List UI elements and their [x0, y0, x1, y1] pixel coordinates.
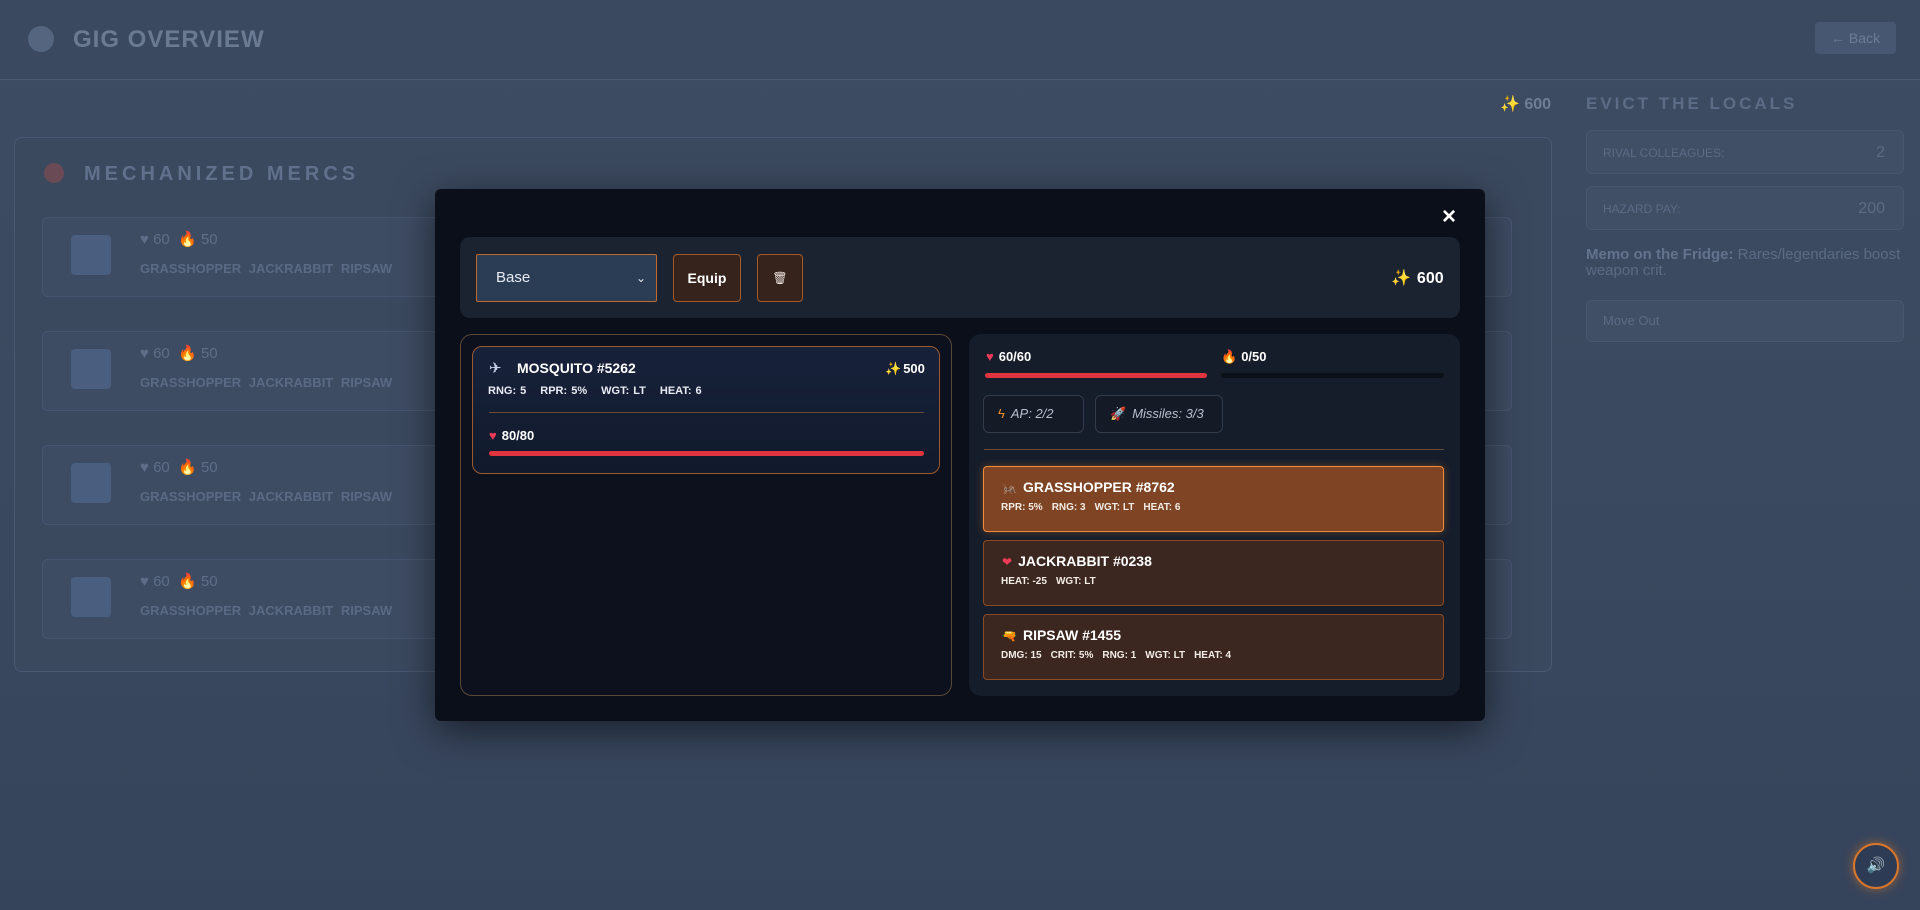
flame-icon: 🔥 [1221, 349, 1238, 364]
trash-icon: 🗑 [772, 271, 788, 285]
merc-parts: GRASSHOPPER JACKRABBIT RIPSAW [140, 261, 393, 276]
delete-button[interactable]: 🗑 [757, 254, 803, 302]
rocket-icon: 🚀 [1110, 406, 1127, 421]
close-icon[interactable]: × [1437, 205, 1461, 229]
mercs-section-title: MECHANIZED MERCS [84, 163, 360, 185]
memo-note: Memo on the Fridge: Rares/legendaries bo… [1586, 246, 1901, 279]
merc-stats: ♥ 60 🔥 50 [140, 459, 218, 476]
target-icon [44, 163, 64, 183]
merc-stats: ♥ 60 🔥 50 [140, 345, 218, 362]
part-card-ripsaw[interactable]: 🔫 RIPSAW #1455 DMG: 15 CRIT: 5% RNG: 1 WGT: … [983, 614, 1444, 680]
mech-stats: RNG: 5 RPR: 5% WGT: LT HEAT: 6 [488, 385, 702, 397]
chevron-down-icon: ⌄ [635, 271, 646, 285]
mech-hp-bar [489, 451, 924, 456]
loadout-select[interactable]: Base ⌄ [476, 254, 657, 302]
heat-bar [1221, 373, 1444, 378]
equip-button[interactable]: Equip [673, 254, 741, 302]
hp-fill [985, 373, 1207, 378]
merc-thumbnail [71, 577, 111, 617]
sparkle-icon: ✨ [1391, 270, 1411, 287]
bolt-icon: ϟ [998, 406, 1005, 421]
merc-parts: GRASSHOPPER JACKRABBIT RIPSAW [140, 375, 393, 390]
grasshopper-icon: 🦗 [1002, 481, 1017, 495]
sound-toggle-button[interactable]: 🔊 [1853, 843, 1899, 889]
merc-stats: ♥ 60 🔥 50 [140, 231, 218, 248]
mech-hp-label: ♥ 80/80 [489, 428, 535, 443]
divider [489, 412, 924, 413]
ap-chip: ϟ AP: 2/2 [983, 395, 1084, 433]
merc-thumbnail [71, 235, 111, 275]
move-out-button[interactable]: Move Out [1586, 300, 1904, 342]
hp-bar [985, 373, 1207, 378]
missiles-chip: 🚀 Missiles: 3/3 [1095, 395, 1223, 433]
heart-icon: ❤ [1002, 555, 1013, 569]
gun-icon: 🔫 [1002, 629, 1017, 643]
part-card-grasshopper[interactable]: 🦗 GRASSHOPPER #8762 RPR: 5% RNG: 3 WGT: LT H… [983, 466, 1444, 532]
part-card-jackrabbit[interactable]: ❤ JACKRABBIT #0238 HEAT: -25 WGT: LT [983, 540, 1444, 606]
rival-colleagues-stat: RIVAL COLLEAGUES: 2 [1586, 130, 1904, 174]
heart-icon: ♥ [986, 349, 994, 364]
gig-title: EVICT THE LOCALS [1586, 94, 1798, 113]
hazard-pay-stat: HAZARD PAY: 200 [1586, 186, 1904, 230]
speaker-icon: 🔊 [1866, 857, 1886, 874]
mech-hp-fill [489, 451, 924, 456]
heart-icon: ♥ [489, 428, 497, 443]
page-title: GIG OVERVIEW [73, 26, 265, 53]
merc-thumbnail [71, 463, 111, 503]
divider [984, 449, 1444, 450]
heat-label: 🔥 0/50 [1221, 349, 1267, 364]
mech-name: MOSQUITO #5262 [517, 360, 636, 376]
mech-cost: ✨ 500 [885, 361, 925, 376]
merc-parts: GRASSHOPPER JACKRABBIT RIPSAW [140, 489, 393, 504]
hp-label: ♥ 60/60 [986, 349, 1032, 364]
app-logo-icon [28, 26, 54, 52]
credits-display: ✨ 600 [1391, 270, 1444, 287]
merc-thumbnail [71, 349, 111, 389]
top-bar [0, 0, 1920, 80]
airplane-icon: ✈ [489, 360, 502, 377]
back-button[interactable]: ← Back [1815, 22, 1896, 54]
sparkle-icon: ✨ [885, 361, 902, 376]
merc-parts: GRASSHOPPER JACKRABBIT RIPSAW [140, 603, 393, 618]
credits-display: ✨ 600 [1500, 96, 1552, 113]
merc-stats: ♥ 60 🔥 50 [140, 573, 218, 590]
